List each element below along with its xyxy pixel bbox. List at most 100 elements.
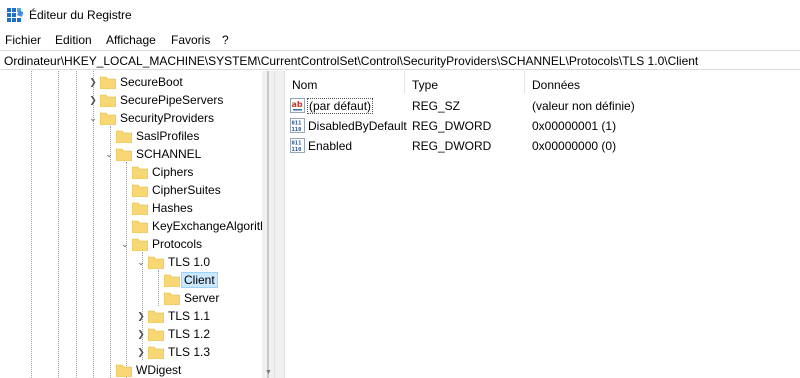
tree-item-saslprofiles[interactable]: SaslProfiles	[0, 127, 262, 145]
menu-bar: Fichier Edition Affichage Favoris ?	[0, 31, 800, 49]
svg-text:110: 110	[292, 127, 302, 133]
value-row[interactable]: 011 110 Enabled REG_DWORD 0x00000000 (0)	[286, 136, 800, 155]
folder-icon	[100, 76, 116, 89]
value-name-text: (par défaut)	[307, 98, 374, 114]
folder-icon	[148, 310, 164, 323]
folder-icon	[148, 346, 164, 359]
column-header-name[interactable]: Nom	[292, 78, 317, 92]
value-type: REG_DWORD	[412, 119, 492, 133]
svg-text:ab: ab	[292, 100, 303, 109]
window-title: Éditeur du Registre	[29, 8, 132, 22]
values-list[interactable]: Nom Type Données ab (par défaut) REG_SZ …	[286, 71, 800, 378]
tree-item-label: TLS 1.1	[168, 309, 211, 323]
tree-item-label: Protocols	[152, 237, 203, 251]
folder-open-icon	[100, 112, 116, 125]
pane-splitter[interactable]	[274, 71, 285, 378]
chevron-down-icon[interactable]: ⌄	[136, 257, 146, 267]
tree-item-server[interactable]: Server	[0, 289, 262, 307]
tree-item-label: TLS 1.2	[168, 327, 211, 341]
string-value-icon: ab	[290, 98, 305, 113]
chevron-down-icon[interactable]: ⌄	[88, 113, 98, 123]
folder-open-icon	[132, 238, 148, 251]
tree-item-ciphers[interactable]: Ciphers	[0, 163, 262, 181]
folder-icon	[116, 364, 132, 377]
key-tree[interactable]: ❯ SecureBoot ❯ SecurePipeServers ⌄ Secur…	[0, 71, 274, 378]
value-type: REG_DWORD	[412, 139, 492, 153]
svg-text:011: 011	[292, 141, 303, 147]
address-bar[interactable]: Ordinateur\HKEY_LOCAL_MACHINE\SYSTEM\Cur…	[0, 50, 800, 70]
scroll-down-arrow-icon[interactable]: ▼	[265, 369, 272, 376]
folder-icon	[164, 274, 180, 287]
column-divider[interactable]	[404, 71, 405, 93]
tree-item-label: SecurityProviders	[120, 111, 215, 125]
folder-open-icon	[148, 256, 164, 269]
tree-item-ciphersuites[interactable]: CipherSuites	[0, 181, 262, 199]
chevron-right-icon[interactable]: ❯	[88, 77, 98, 87]
tree-item-label: TLS 1.0	[168, 255, 211, 269]
folder-icon	[148, 328, 164, 341]
tree-item-securityproviders[interactable]: ⌄ SecurityProviders	[0, 109, 262, 127]
value-name: DisabledByDefault	[308, 119, 407, 133]
tree-item-label: WDigest	[136, 363, 182, 377]
folder-icon	[132, 184, 148, 197]
folder-icon	[132, 202, 148, 215]
tree-item-label: KeyExchangeAlgoritl	[152, 219, 263, 233]
chevron-right-icon[interactable]: ❯	[88, 95, 98, 105]
tree-item-client[interactable]: Client	[0, 271, 262, 289]
tree-item-label: CipherSuites	[152, 183, 221, 197]
tree-item-secureboot[interactable]: ❯ SecureBoot	[0, 73, 262, 91]
value-row[interactable]: ab (par défaut) REG_SZ (valeur non défin…	[286, 96, 800, 115]
value-data: 0x00000000 (0)	[532, 139, 617, 153]
binary-value-icon: 011 110	[290, 118, 305, 133]
tree-item-securepipeservers[interactable]: ❯ SecurePipeServers	[0, 91, 262, 109]
value-row[interactable]: 011 110 DisabledByDefault REG_DWORD 0x00…	[286, 116, 800, 135]
chevron-right-icon[interactable]: ❯	[136, 329, 146, 339]
scrollbar-thumb[interactable]	[267, 71, 269, 378]
tree-scrollbar[interactable]: ▼	[262, 71, 274, 378]
tree-item-hashes[interactable]: Hashes	[0, 199, 262, 217]
chevron-right-icon[interactable]: ❯	[136, 311, 146, 321]
tree-item-protocols[interactable]: ⌄ Protocols	[0, 235, 262, 253]
chevron-down-icon[interactable]: ⌄	[104, 149, 114, 159]
value-data: (valeur non définie)	[532, 99, 635, 113]
menu-favoris[interactable]: Favoris	[171, 33, 210, 47]
column-header-type[interactable]: Type	[412, 78, 438, 92]
menu-fichier[interactable]: Fichier	[5, 33, 41, 47]
value-data: 0x00000001 (1)	[532, 119, 617, 133]
column-header-data[interactable]: Données	[532, 78, 580, 92]
tree-item-tls-1-3[interactable]: ❯ TLS 1.3	[0, 343, 262, 361]
tree-item-tls-1-0[interactable]: ⌄ TLS 1.0	[0, 253, 262, 271]
tree-item-label: Ciphers	[152, 165, 194, 179]
title-bar: Éditeur du Registre	[0, 0, 800, 30]
tree-item-label: Server	[184, 291, 220, 305]
tree-item-schannel[interactable]: ⌄ SCHANNEL	[0, 145, 262, 163]
menu-help[interactable]: ?	[222, 33, 229, 47]
svg-text:011: 011	[292, 121, 303, 127]
chevron-down-icon[interactable]: ⌄	[120, 239, 130, 249]
tree-item-label: SecureBoot	[120, 75, 183, 89]
tree-item-label: SaslProfiles	[136, 129, 200, 143]
chevron-right-icon[interactable]: ❯	[136, 347, 146, 357]
address-path[interactable]: Ordinateur\HKEY_LOCAL_MACHINE\SYSTEM\Cur…	[4, 54, 698, 68]
tree-item-label: SecurePipeServers	[120, 93, 224, 107]
folder-icon	[100, 94, 116, 107]
tree-item-label: SCHANNEL	[136, 147, 202, 161]
folder-icon	[132, 166, 148, 179]
value-name: Enabled	[308, 139, 353, 153]
menu-affichage[interactable]: Affichage	[106, 33, 156, 47]
menu-edition[interactable]: Edition	[55, 33, 92, 47]
tree-item-label: Hashes	[152, 201, 193, 215]
column-divider[interactable]	[524, 71, 525, 93]
folder-icon	[132, 220, 148, 233]
tree-item-tls-1-1[interactable]: ❯ TLS 1.1	[0, 307, 262, 325]
value-name: (par défaut)	[307, 98, 374, 114]
binary-value-icon: 011 110	[290, 138, 305, 153]
tree-item-keyexchangealgorithms[interactable]: KeyExchangeAlgoritl	[0, 217, 263, 235]
tree-item-wdigest[interactable]: WDigest	[0, 361, 262, 378]
registry-editor-icon	[7, 8, 23, 22]
tree-item-tls-1-2[interactable]: ❯ TLS 1.2	[0, 325, 262, 343]
tree-item-label: TLS 1.3	[168, 345, 211, 359]
value-type: REG_SZ	[412, 99, 461, 113]
tree-item-label-selected: Client	[181, 272, 218, 288]
svg-text:110: 110	[292, 147, 302, 153]
